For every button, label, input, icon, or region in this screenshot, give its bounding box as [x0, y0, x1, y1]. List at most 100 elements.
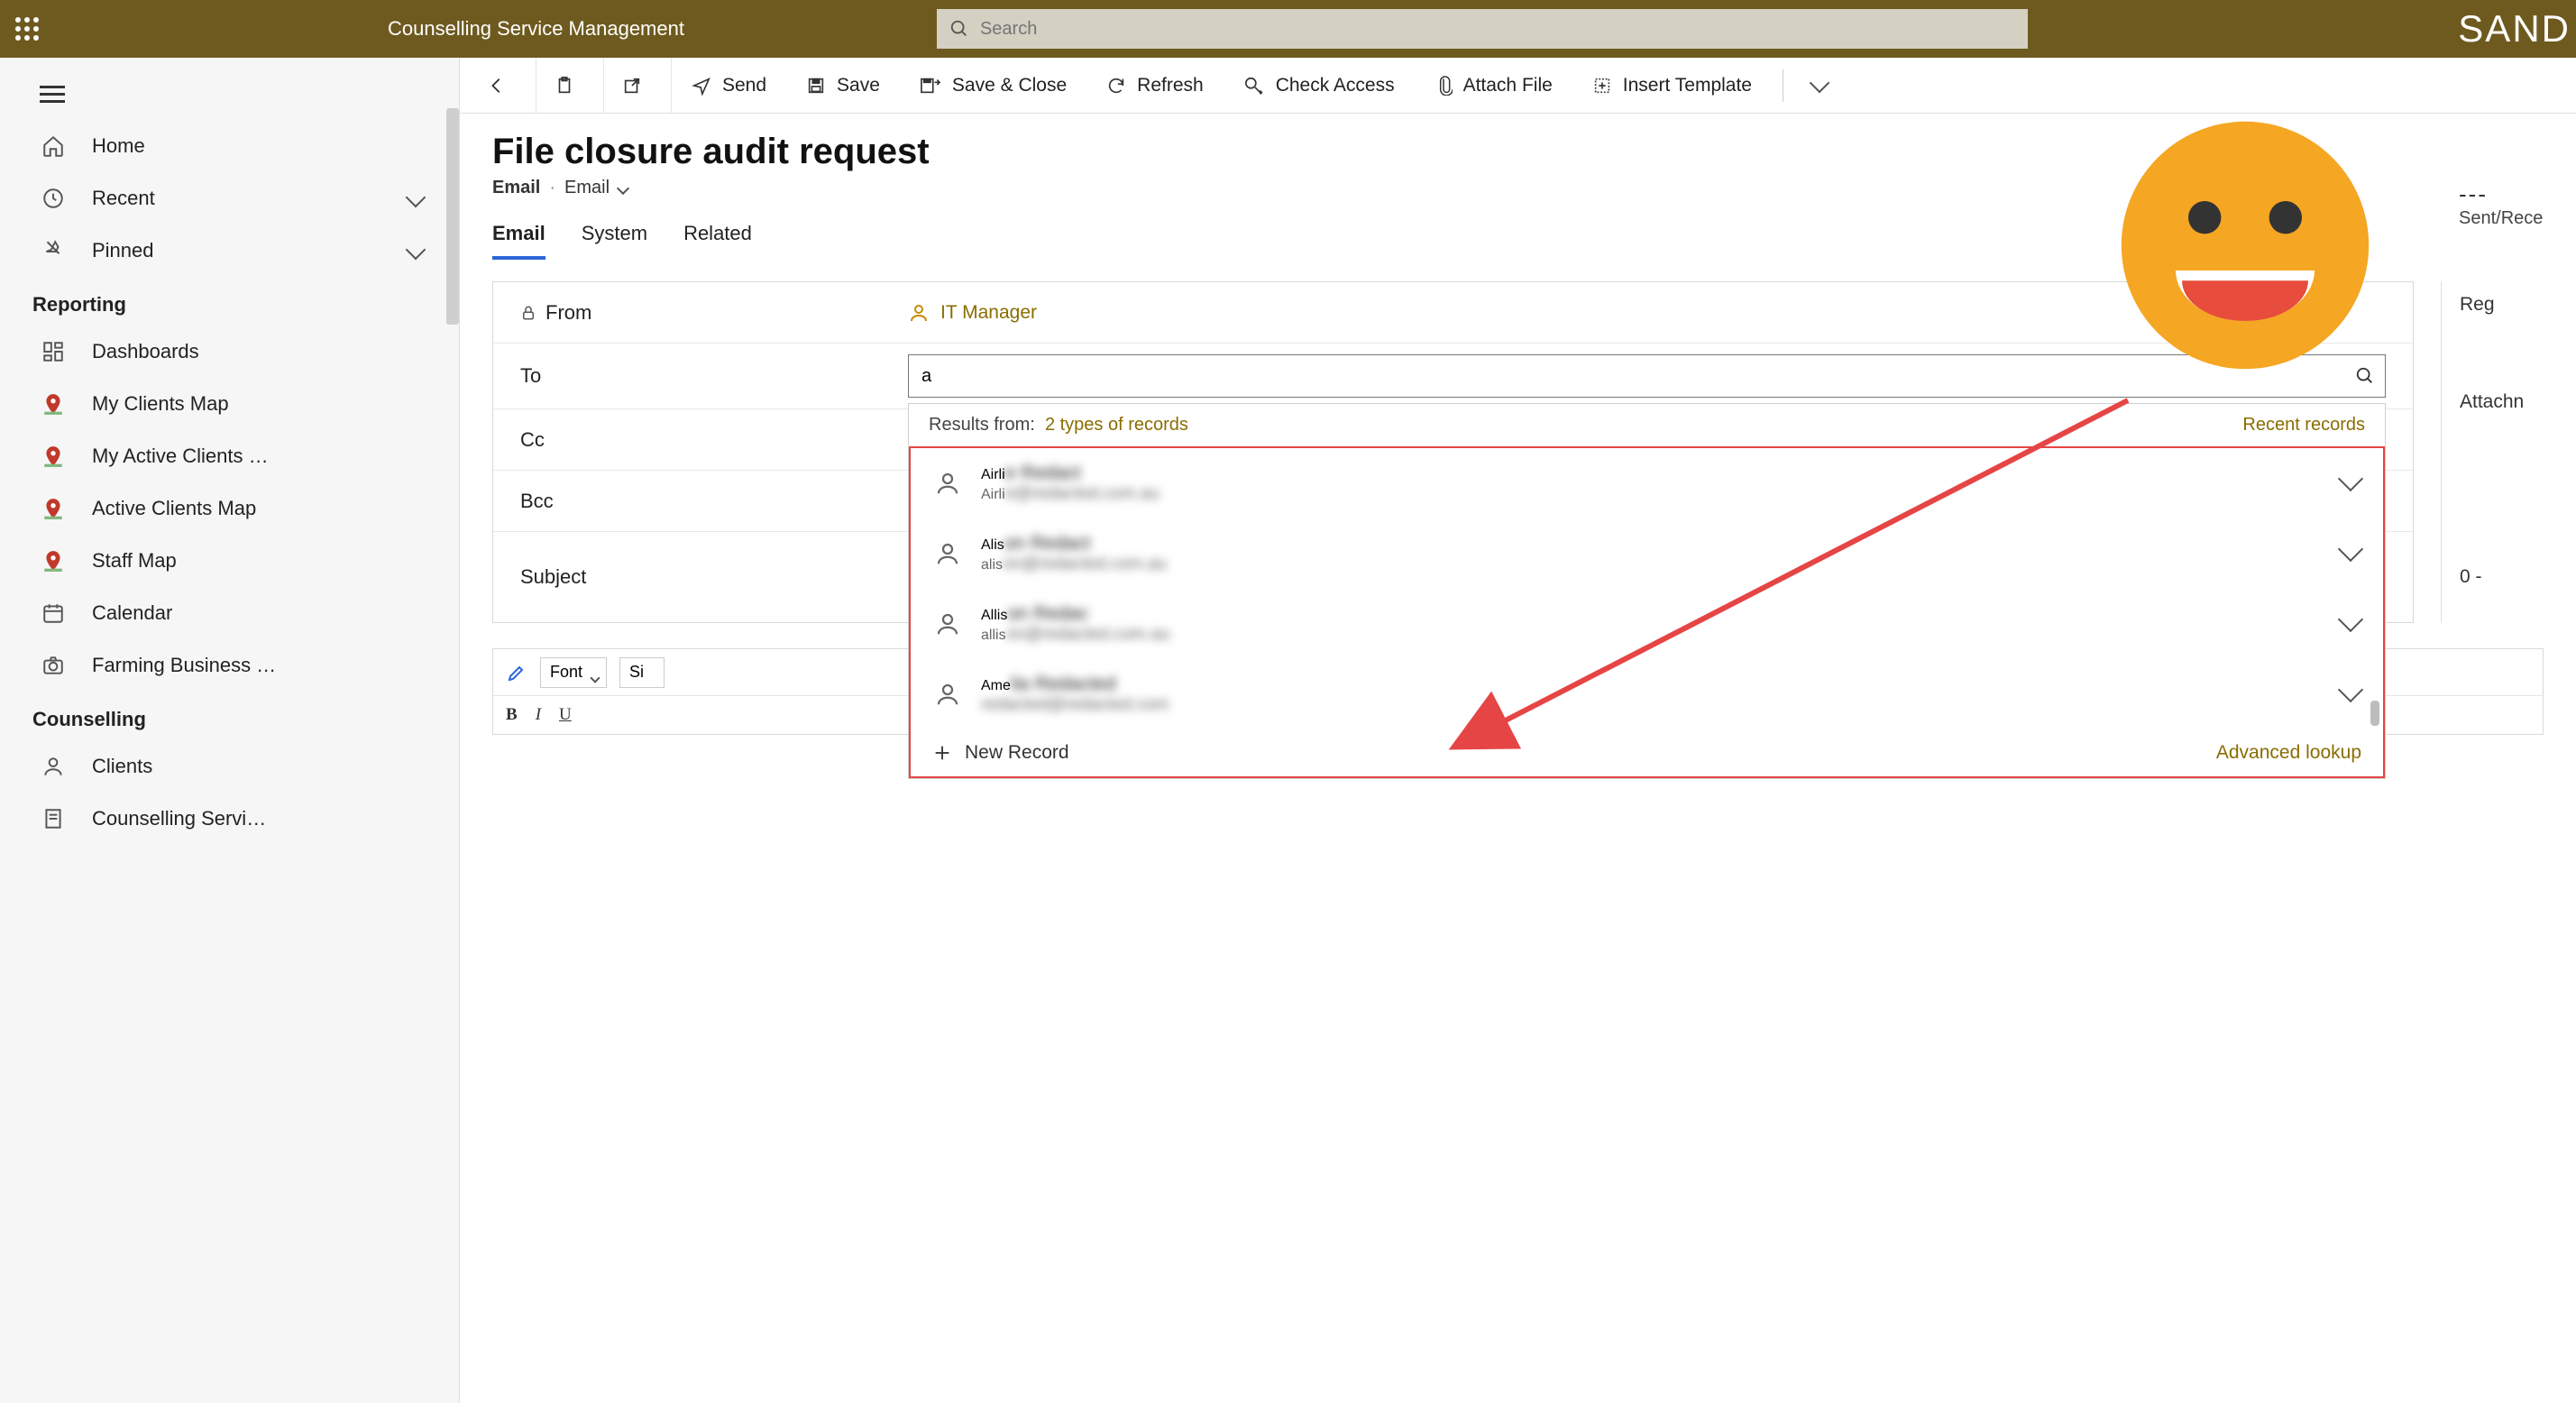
- back-button[interactable]: [469, 58, 536, 113]
- cc-label: Cc: [520, 428, 908, 452]
- nav-active-clients-map[interactable]: Active Clients Map: [0, 482, 459, 535]
- waffle-icon: [15, 17, 39, 41]
- nav-counselling-service[interactable]: Counselling Servi…: [0, 793, 459, 845]
- size-select[interactable]: Si: [619, 657, 665, 688]
- environment-label: SAND: [2458, 0, 2576, 58]
- lookup-item[interactable]: Allison Redac allison@redacted.com.au: [911, 589, 2383, 659]
- search-icon: [949, 19, 969, 39]
- new-record-label: New Record: [965, 742, 1069, 764]
- side-panel: Reg Attachn 0 -: [2441, 281, 2576, 623]
- nav-farming-business[interactable]: Farming Business …: [0, 639, 459, 692]
- map-pin-icon: [36, 547, 70, 574]
- popout-button[interactable]: [604, 58, 672, 113]
- bold-button[interactable]: B: [506, 705, 518, 725]
- section-reporting: Reporting: [0, 277, 459, 326]
- lookup-footer: New Record Advanced lookup: [911, 729, 2383, 776]
- tab-email[interactable]: Email: [492, 222, 545, 260]
- send-button[interactable]: Send: [672, 58, 786, 113]
- bcc-label: Bcc: [520, 490, 908, 513]
- nav-calendar[interactable]: Calendar: [0, 587, 459, 639]
- chevron-down-icon[interactable]: [2342, 475, 2360, 492]
- from-value-text: IT Manager: [940, 302, 1037, 324]
- sidebar: Home Recent Pinned Reporting Dashboards …: [0, 58, 460, 1403]
- tab-related[interactable]: Related: [683, 222, 752, 260]
- clipboard-button[interactable]: [536, 58, 604, 113]
- nav-clients[interactable]: Clients: [0, 740, 459, 793]
- entity-name: Email: [492, 178, 540, 198]
- map-pin-icon: [36, 390, 70, 417]
- camera-icon: [36, 652, 70, 679]
- chevron-down-icon[interactable]: [2342, 686, 2360, 703]
- nav-home-label: Home: [92, 134, 145, 158]
- home-icon: [36, 133, 70, 160]
- person-icon: [908, 302, 930, 324]
- to-label: To: [520, 364, 908, 388]
- nav-my-active-clients[interactable]: My Active Clients …: [0, 430, 459, 482]
- person-icon: [36, 753, 70, 780]
- form-switcher[interactable]: [619, 178, 628, 198]
- chevron-down-icon: [591, 667, 599, 686]
- insert-template-button[interactable]: Insert Template: [1572, 58, 1772, 113]
- save-close-button[interactable]: Save & Close: [900, 58, 1086, 113]
- person-icon: [934, 470, 961, 497]
- lookup-name-prefix: Airli: [981, 467, 1005, 482]
- results-from-link[interactable]: 2 types of records: [1045, 415, 1188, 435]
- refresh-label: Refresh: [1137, 75, 1204, 96]
- brush-icon[interactable]: [506, 662, 527, 683]
- check-access-button[interactable]: Check Access: [1224, 58, 1415, 113]
- nav-pinned[interactable]: Pinned: [0, 225, 459, 277]
- nav-dashboards[interactable]: Dashboards: [0, 326, 459, 378]
- save-button[interactable]: Save: [786, 58, 900, 113]
- refresh-button[interactable]: Refresh: [1086, 58, 1224, 113]
- nav-recent-label: Recent: [92, 187, 155, 210]
- app-title: Counselling Service Management: [388, 17, 684, 41]
- regarding-label: Reg: [2460, 294, 2558, 319]
- attachment-count: 0 -: [2460, 566, 2558, 588]
- underline-button[interactable]: U: [559, 705, 572, 725]
- nav-toggle[interactable]: [0, 69, 459, 120]
- dashboard-icon: [36, 338, 70, 365]
- new-record-button[interactable]: New Record: [932, 742, 1069, 764]
- lock-icon: [520, 304, 536, 322]
- chevron-down-icon[interactable]: [2342, 546, 2360, 563]
- overflow-button[interactable]: [1794, 58, 1845, 113]
- lookup-item[interactable]: Alison Redact alison@redacted.com.au: [911, 518, 2383, 589]
- nav-label: Dashboards: [92, 340, 199, 363]
- nav-pinned-label: Pinned: [92, 239, 154, 262]
- recent-records-link[interactable]: Recent records: [2242, 415, 2365, 436]
- global-search[interactable]: [937, 9, 2028, 49]
- chevron-down-icon[interactable]: [2342, 616, 2360, 633]
- tab-system[interactable]: System: [582, 222, 647, 260]
- nav-recent[interactable]: Recent: [0, 172, 459, 225]
- nav-my-clients-map[interactable]: My Clients Map: [0, 378, 459, 430]
- save-label: Save: [837, 75, 880, 96]
- hamburger-icon: [40, 86, 65, 103]
- lookup-item[interactable]: Airlie Redact Airlie@redacted.com.au: [911, 448, 2383, 518]
- chevron-down-icon: [408, 187, 423, 210]
- subject-label: Subject: [520, 565, 908, 589]
- lookup-scrollbar[interactable]: [2370, 701, 2379, 726]
- font-select[interactable]: Font: [540, 657, 607, 688]
- app-launcher[interactable]: [0, 0, 54, 58]
- person-icon: [934, 681, 961, 708]
- doc-icon: [36, 805, 70, 832]
- map-pin-icon: [36, 495, 70, 522]
- from-value[interactable]: IT Manager: [908, 302, 1037, 324]
- nav-staff-map[interactable]: Staff Map: [0, 535, 459, 587]
- nav-label: Farming Business …: [92, 654, 276, 677]
- chevron-down-icon: [1810, 72, 1830, 93]
- lookup-dropdown: Results from: 2 types of records Recent …: [908, 403, 2386, 779]
- send-label: Send: [722, 75, 766, 96]
- sidebar-scrollbar[interactable]: [446, 108, 459, 325]
- italic-button[interactable]: I: [536, 705, 541, 725]
- nav-label: Clients: [92, 755, 152, 778]
- top-header: Counselling Service Management SAND: [0, 0, 2576, 58]
- search-input[interactable]: [980, 19, 2015, 40]
- attach-file-button[interactable]: Attach File: [1415, 58, 1572, 113]
- lookup-item[interactable]: Amelia Redacted redacted@redacted.com: [911, 659, 2383, 729]
- advanced-lookup-link[interactable]: Advanced lookup: [2216, 742, 2361, 764]
- insert-template-label: Insert Template: [1623, 75, 1752, 96]
- nav-label: Calendar: [92, 601, 172, 625]
- calendar-icon: [36, 600, 70, 627]
- nav-home[interactable]: Home: [0, 120, 459, 172]
